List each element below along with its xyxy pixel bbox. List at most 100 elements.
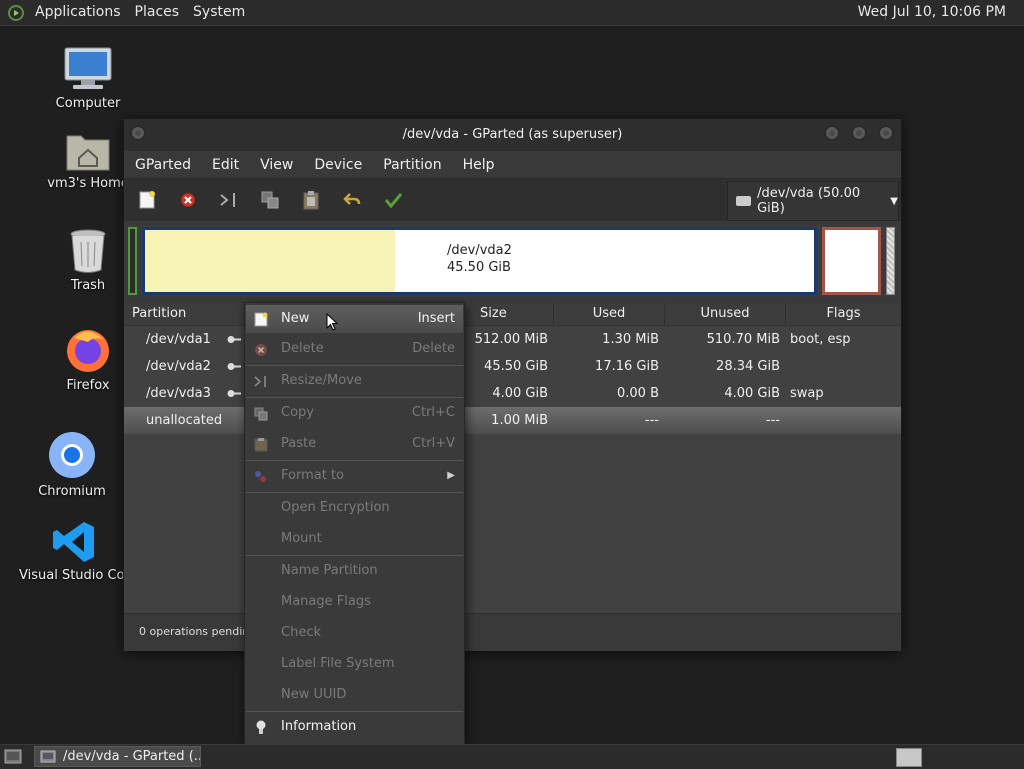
paste-button[interactable]: [298, 187, 324, 213]
disk-icon: [736, 196, 752, 206]
desktop-icon-computer[interactable]: Computer: [33, 46, 143, 111]
toolbar: /dev/vda (50.00 GiB) ▼: [124, 178, 901, 221]
chromium-icon: [49, 432, 95, 478]
graph-used-space: [145, 230, 395, 292]
desktop-icon-label: vm3's Home: [47, 176, 129, 191]
menu-separator: [246, 492, 463, 493]
menu-item-manage-flags[interactable]: Manage Flags: [246, 588, 463, 616]
menu-item-check[interactable]: Check: [246, 619, 463, 647]
menu-item-label: Open Encryption: [281, 500, 390, 515]
menu-item-accel: Insert: [417, 311, 455, 326]
graph-unallocated[interactable]: [886, 227, 895, 295]
column-used[interactable]: Used: [554, 303, 665, 325]
new-partition-button[interactable]: [134, 187, 160, 213]
column-size[interactable]: Size: [464, 303, 554, 325]
desktop-icon-vscode[interactable]: Visual Studio Cod: [19, 520, 133, 583]
menu-partition[interactable]: Partition: [372, 157, 451, 173]
applications-menu[interactable]: Applications: [28, 0, 128, 25]
menu-item-paste[interactable]: Paste Ctrl+V: [246, 430, 463, 458]
table-row[interactable]: /dev/vda1 512.00 MiB 1.30 MiB 510.70 MiB…: [124, 326, 901, 353]
trash-icon: [70, 229, 106, 273]
apply-button[interactable]: [380, 187, 406, 213]
menu-help[interactable]: Help: [452, 157, 505, 173]
top-panel: Applications Places System Wed Jul 10, 1…: [0, 0, 1024, 26]
delete-icon: [180, 192, 196, 208]
menu-separator: [246, 365, 463, 366]
menu-item-accel: Ctrl+V: [412, 436, 455, 451]
menu-item-label: Format to: [281, 468, 344, 483]
graph-partition-vda3[interactable]: [822, 227, 881, 295]
menu-item-information[interactable]: Information: [246, 713, 463, 741]
menu-device[interactable]: Device: [303, 157, 372, 173]
menu-view[interactable]: View: [249, 157, 303, 173]
delete-icon: [253, 342, 268, 357]
menubar: GParted Edit View Device Partition Help: [124, 151, 901, 178]
key-icon: [227, 390, 241, 397]
table-row[interactable]: /dev/vda2 45.50 GiB 17.16 GiB 28.34 GiB: [124, 353, 901, 380]
menu-item-resize-move[interactable]: Resize/Move: [246, 367, 463, 395]
delete-partition-button[interactable]: [175, 187, 201, 213]
menu-separator: [246, 711, 463, 712]
device-selector[interactable]: /dev/vda (50.00 GiB) ▼: [727, 181, 899, 221]
desktop-icon-chromium[interactable]: Chromium: [17, 430, 127, 499]
partition-table: Partition Size Used Unused Flags /dev/vd…: [124, 303, 901, 613]
key-icon: [227, 363, 241, 370]
menu-item-label: Copy: [281, 405, 314, 420]
menu-item-open-encryption[interactable]: Open Encryption: [246, 494, 463, 522]
workspace-switcher[interactable]: [896, 748, 922, 767]
menu-item-accel: Delete: [412, 341, 455, 356]
copy-icon: [261, 191, 279, 209]
menu-item-mount[interactable]: Mount: [246, 525, 463, 553]
table-row-selected[interactable]: unallocated 1.00 MiB --- ---: [124, 407, 901, 434]
clock[interactable]: Wed Jul 10, 10:06 PM: [858, 0, 1006, 25]
undo-button[interactable]: [339, 187, 365, 213]
maximize-button[interactable]: [851, 125, 867, 141]
taskbar-button-gparted[interactable]: /dev/vda - GParted (...: [34, 746, 201, 767]
resize-move-icon: [253, 374, 268, 389]
gparted-window: /dev/vda - GParted (as superuser) GParte…: [123, 118, 902, 651]
menu-edit[interactable]: Edit: [201, 157, 249, 173]
desktop-icon-label: Computer: [55, 96, 121, 111]
table-row[interactable]: /dev/vda3 4.00 GiB 0.00 B 4.00 GiB swap: [124, 380, 901, 407]
column-partition[interactable]: Partition: [124, 303, 245, 325]
firefox-icon: [67, 330, 109, 372]
column-flags[interactable]: Flags: [786, 303, 901, 325]
menu-item-label: Manage Flags: [281, 594, 371, 609]
menu-separator: [246, 460, 463, 461]
menu-item-label-file-system[interactable]: Label File System: [246, 650, 463, 678]
menu-item-label: New UUID: [281, 687, 347, 702]
minimize-button[interactable]: [824, 125, 840, 141]
desktop-icon-label: Chromium: [38, 484, 106, 499]
resize-move-button[interactable]: [216, 187, 242, 213]
menu-item-label: Information: [281, 719, 357, 734]
menu-item-new[interactable]: New Insert: [246, 305, 463, 333]
home-folder-icon: [66, 135, 110, 171]
desktop-icon-label: Visual Studio Cod: [19, 568, 133, 583]
operations-pending-status: 0 operations pending: [139, 625, 257, 638]
graph-partition-vda1[interactable]: [128, 227, 137, 295]
graph-partition-size: 45.50 GiB: [447, 260, 511, 275]
show-desktop-icon[interactable]: [4, 749, 22, 764]
copy-button[interactable]: [257, 187, 283, 213]
places-menu[interactable]: Places: [128, 0, 187, 25]
undo-icon: [343, 193, 361, 205]
window-titlebar[interactable]: /dev/vda - GParted (as superuser): [124, 119, 901, 151]
menu-item-new-uuid[interactable]: New UUID: [246, 681, 463, 709]
desktop-icon-label: Trash: [70, 278, 106, 293]
graph-partition-vda2[interactable]: /dev/vda2 45.50 GiB: [142, 227, 817, 295]
cell-used: 17.16 GiB: [595, 359, 659, 374]
applications-logo-icon[interactable]: [8, 4, 24, 21]
information-icon: [253, 720, 268, 735]
menu-item-copy[interactable]: Copy Ctrl+C: [246, 399, 463, 427]
close-button[interactable]: [878, 125, 894, 141]
menu-item-format-to[interactable]: Format to ▶: [246, 462, 463, 490]
menu-gparted[interactable]: GParted: [124, 157, 201, 173]
system-menu[interactable]: System: [186, 0, 252, 25]
menu-item-name-partition[interactable]: Name Partition: [246, 557, 463, 585]
menu-item-label: New: [281, 311, 310, 326]
device-selector-label: /dev/vda (50.00 GiB): [757, 186, 861, 216]
cell-size: 4.00 GiB: [492, 386, 548, 401]
cell-size: 1.00 MiB: [491, 413, 548, 428]
column-unused[interactable]: Unused: [665, 303, 786, 325]
menu-item-delete[interactable]: Delete Delete: [246, 335, 463, 363]
